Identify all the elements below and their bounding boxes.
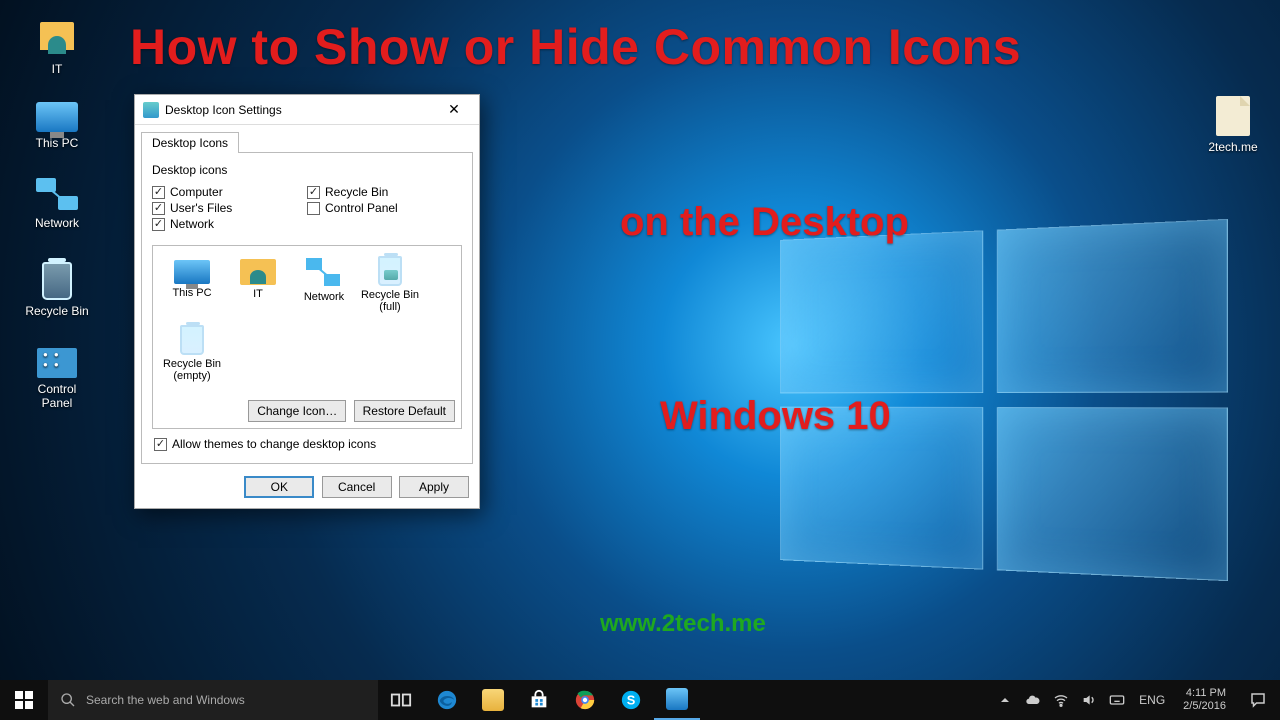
task-view-icon <box>390 689 412 711</box>
desktop-icon-user-folder[interactable]: IT <box>18 14 96 76</box>
chrome-icon <box>574 689 596 711</box>
desktop-icon-label: This PC <box>18 136 96 150</box>
speaker-icon <box>1081 692 1097 708</box>
svg-text:S: S <box>627 693 636 708</box>
checkbox-icon <box>152 202 165 215</box>
overlay-subtitle-2: Windows 10 <box>660 394 891 439</box>
checkbox-icon <box>307 202 320 215</box>
group-label-desktop-icons: Desktop icons <box>152 163 462 177</box>
overlay-subtitle-1: on the Desktop <box>620 200 909 245</box>
windows-logo-icon <box>15 691 33 709</box>
network-icon <box>306 256 342 288</box>
tray-show-hidden[interactable] <box>991 680 1019 720</box>
dialog-footer: OK Cancel Apply <box>135 470 479 508</box>
taskbar-app-store[interactable] <box>516 680 562 720</box>
close-button[interactable]: ✕ <box>437 99 471 121</box>
task-view-button[interactable] <box>378 680 424 720</box>
search-box[interactable]: Search the web and Windows <box>48 680 378 720</box>
checkbox-icon <box>152 218 165 231</box>
dialog-title: Desktop Icon Settings <box>165 103 437 117</box>
settings-app-icon <box>666 688 688 710</box>
desktop-icon-label: Control Panel <box>18 382 96 410</box>
this-pc-icon <box>174 260 210 284</box>
skype-icon: S <box>620 689 642 711</box>
desktop-icon-settings-dialog: Desktop Icon Settings ✕ Desktop Icons De… <box>134 94 480 509</box>
edge-icon <box>436 689 458 711</box>
taskbar-app-skype[interactable]: S <box>608 680 654 720</box>
tray-clock[interactable]: 4:11 PM 2/5/2016 <box>1173 687 1236 713</box>
recycle-bin-icon <box>42 262 72 300</box>
preview-network[interactable]: Network <box>293 256 355 313</box>
dialog-titlebar[interactable]: Desktop Icon Settings ✕ <box>135 95 479 125</box>
tray-input-indicator[interactable] <box>1103 680 1131 720</box>
taskbar: Search the web and Windows S <box>0 680 1280 720</box>
tray-onedrive[interactable] <box>1019 680 1047 720</box>
checkbox-icon <box>152 186 165 199</box>
recycle-bin-empty-icon <box>180 325 204 355</box>
checkbox-control-panel[interactable]: Control Panel <box>307 201 462 215</box>
this-pc-icon <box>36 102 78 132</box>
checkbox-network[interactable]: Network <box>152 217 307 231</box>
overlay-url: www.2tech.me <box>600 610 766 638</box>
cloud-icon <box>1025 692 1041 708</box>
user-folder-icon <box>240 259 276 285</box>
desktop-icon-label: Network <box>18 216 96 230</box>
restore-default-button[interactable]: Restore Default <box>354 400 455 422</box>
checkbox-allow-themes[interactable]: Allow themes to change desktop icons <box>154 437 460 451</box>
search-placeholder: Search the web and Windows <box>86 693 245 707</box>
desktop-icon-network[interactable]: Network <box>18 178 96 230</box>
search-icon <box>60 692 76 708</box>
tray-network[interactable] <box>1047 680 1075 720</box>
file-explorer-icon <box>482 689 504 711</box>
clock-date: 2/5/2016 <box>1183 700 1226 713</box>
taskbar-app-chrome[interactable] <box>562 680 608 720</box>
action-center-button[interactable] <box>1236 680 1280 720</box>
desktop-icon-file[interactable]: 2tech.me <box>1194 96 1272 154</box>
taskbar-app-active[interactable] <box>654 680 700 720</box>
wifi-icon <box>1053 692 1069 708</box>
start-button[interactable] <box>0 680 48 720</box>
change-icon-button[interactable]: Change Icon… <box>248 400 346 422</box>
dialog-title-icon <box>143 102 159 118</box>
keyboard-icon <box>1109 692 1125 708</box>
apply-button[interactable]: Apply <box>399 476 469 498</box>
preview-this-pc[interactable]: This PC <box>161 256 223 313</box>
icon-preview-box: This PC IT Network Recycle Bin (full) Re… <box>152 245 462 429</box>
checkbox-recycle-bin[interactable]: Recycle Bin <box>307 185 462 199</box>
store-icon <box>528 689 550 711</box>
dialog-body: Desktop icons Computer User's Files Netw… <box>141 152 473 464</box>
checkbox-icon <box>307 186 320 199</box>
chevron-up-icon <box>997 692 1013 708</box>
taskbar-app-file-explorer[interactable] <box>470 680 516 720</box>
file-icon <box>1216 96 1250 136</box>
cancel-button[interactable]: Cancel <box>322 476 392 498</box>
tray-volume[interactable] <box>1075 680 1103 720</box>
taskbar-app-edge[interactable] <box>424 680 470 720</box>
desktop-icon-this-pc[interactable]: This PC <box>18 96 96 150</box>
control-panel-icon <box>37 348 77 378</box>
notification-icon <box>1249 691 1267 709</box>
user-folder-icon <box>35 14 79 58</box>
recycle-bin-full-icon <box>378 256 402 286</box>
checkbox-users-files[interactable]: User's Files <box>152 201 307 215</box>
preview-recycle-bin-full[interactable]: Recycle Bin (full) <box>359 256 421 313</box>
tab-desktop-icons[interactable]: Desktop Icons <box>141 132 239 153</box>
overlay-title: How to Show or Hide Common Icons <box>130 18 1021 76</box>
desktop-icon-label: IT <box>18 62 96 76</box>
dialog-tabstrip: Desktop Icons <box>135 125 479 152</box>
tray-language[interactable]: ENG <box>1131 680 1173 720</box>
checkbox-computer[interactable]: Computer <box>152 185 307 199</box>
desktop-icon-label: 2tech.me <box>1194 140 1272 154</box>
ok-button[interactable]: OK <box>244 476 314 498</box>
desktop-icon-recycle-bin[interactable]: Recycle Bin <box>18 260 96 318</box>
checkbox-icon <box>154 438 167 451</box>
preview-user-folder[interactable]: IT <box>227 256 289 313</box>
desktop-icon-control-panel[interactable]: Control Panel <box>18 342 96 410</box>
preview-recycle-bin-empty[interactable]: Recycle Bin (empty) <box>161 325 223 382</box>
clock-time: 4:11 PM <box>1183 687 1226 700</box>
desktop-icon-label: Recycle Bin <box>18 304 96 318</box>
network-icon <box>36 178 78 212</box>
